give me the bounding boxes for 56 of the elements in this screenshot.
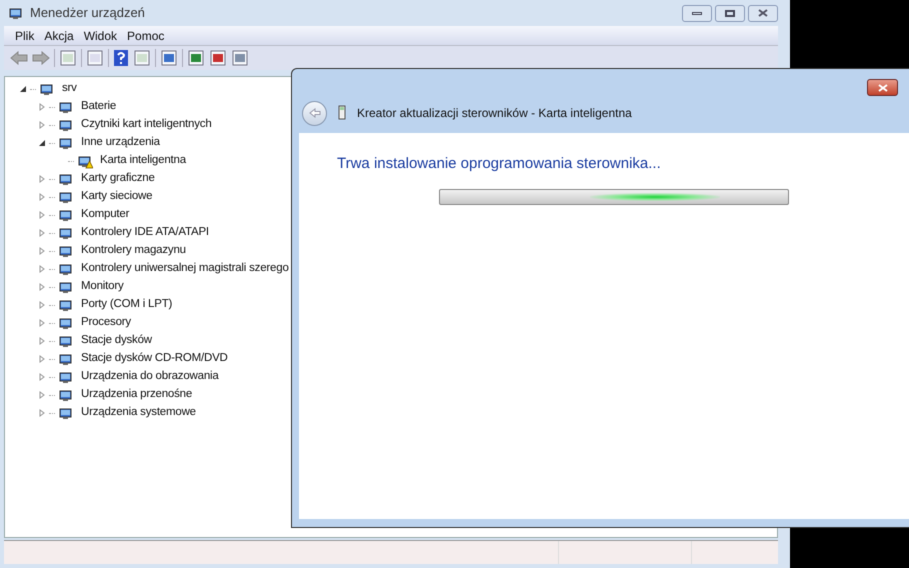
tree-item[interactable]: Kontrolery IDE ATA/ATAPI	[80, 224, 210, 242]
expand-arrow-icon[interactable]	[38, 229, 46, 237]
back-button[interactable]	[302, 100, 327, 126]
expand-arrow-icon[interactable]	[38, 301, 46, 309]
tree-item[interactable]: Karta inteligentna	[99, 152, 187, 170]
expand-arrow-icon[interactable]	[38, 355, 46, 363]
expand-arrow-icon[interactable]	[38, 391, 46, 399]
menu-item[interactable]: Pomoc	[122, 26, 170, 44]
tree-item[interactable]: Kontrolery magazynu	[80, 242, 187, 260]
tree-item[interactable]: Monitory	[80, 278, 124, 296]
tree-item[interactable]: Inne urządzenia	[80, 134, 161, 152]
collapse-arrow-icon[interactable]	[38, 139, 46, 147]
forward-arrow-icon[interactable]	[32, 51, 50, 65]
expand-arrow-icon[interactable]	[38, 319, 46, 327]
expand-arrow-icon[interactable]	[38, 121, 46, 129]
close-icon	[758, 9, 768, 17]
expand-arrow-icon[interactable]	[38, 103, 46, 111]
menu-item[interactable]: Widok	[78, 26, 122, 44]
close-button[interactable]	[867, 79, 898, 96]
maximize-button[interactable]	[715, 4, 745, 22]
tree-item[interactable]: Czytniki kart inteligentnych	[80, 116, 213, 134]
expand-arrow-icon[interactable]	[38, 265, 46, 273]
expand-arrow-icon[interactable]	[38, 175, 46, 183]
tree-item[interactable]: Urządzenia do obrazowania	[80, 368, 220, 386]
tree-item[interactable]: srv	[61, 80, 78, 98]
tree-item[interactable]: Procesory	[80, 314, 132, 332]
help-icon[interactable]	[113, 49, 129, 67]
expand-arrow-icon[interactable]	[38, 211, 46, 219]
tree-item[interactable]: Kontrolery uniwersalnej magistrali szerego	[80, 260, 290, 278]
expand-arrow-icon[interactable]	[38, 337, 46, 345]
collapse-arrow-icon[interactable]	[19, 85, 27, 93]
tree-item[interactable]: Stacje dysków	[80, 332, 153, 350]
expand-arrow-icon[interactable]	[38, 373, 46, 381]
back-arrow-icon[interactable]	[10, 51, 28, 65]
expand-arrow-icon[interactable]	[38, 247, 46, 255]
tree-item[interactable]: Karty sieciowe	[80, 188, 154, 206]
expand-arrow-icon[interactable]	[38, 409, 46, 417]
tree-item[interactable]: Komputer	[80, 206, 130, 224]
expand-arrow-icon[interactable]	[38, 193, 46, 201]
tree-item[interactable]: Stacje dysków CD-ROM/DVD	[80, 350, 229, 368]
dialog-heading: Trwa instalowanie oprogramowania sterownika...	[337, 154, 662, 174]
close-button[interactable]	[748, 4, 778, 22]
tree-item[interactable]: Urządzenia przenośne	[80, 386, 194, 404]
close-icon	[878, 84, 888, 92]
tree-item[interactable]: Porty (COM i LPT)	[80, 296, 174, 314]
back-arrow-icon	[308, 108, 320, 118]
tree-item[interactable]: Urządzenia systemowe	[80, 404, 197, 422]
expand-arrow-icon[interactable]	[38, 283, 46, 291]
card-reader-icon	[337, 105, 347, 121]
tree-item[interactable]: Karty graficzne	[80, 170, 156, 188]
window-title: Menedżer urządzeń	[30, 4, 145, 22]
menu-item[interactable]: Akcja	[39, 26, 79, 44]
menu-item[interactable]: Plik	[10, 26, 40, 44]
dialog-title: Kreator aktualizacji sterowników - Karta inteligentna	[357, 105, 632, 122]
minimize-button[interactable]	[682, 4, 712, 22]
tree-item[interactable]: Baterie	[80, 98, 118, 116]
